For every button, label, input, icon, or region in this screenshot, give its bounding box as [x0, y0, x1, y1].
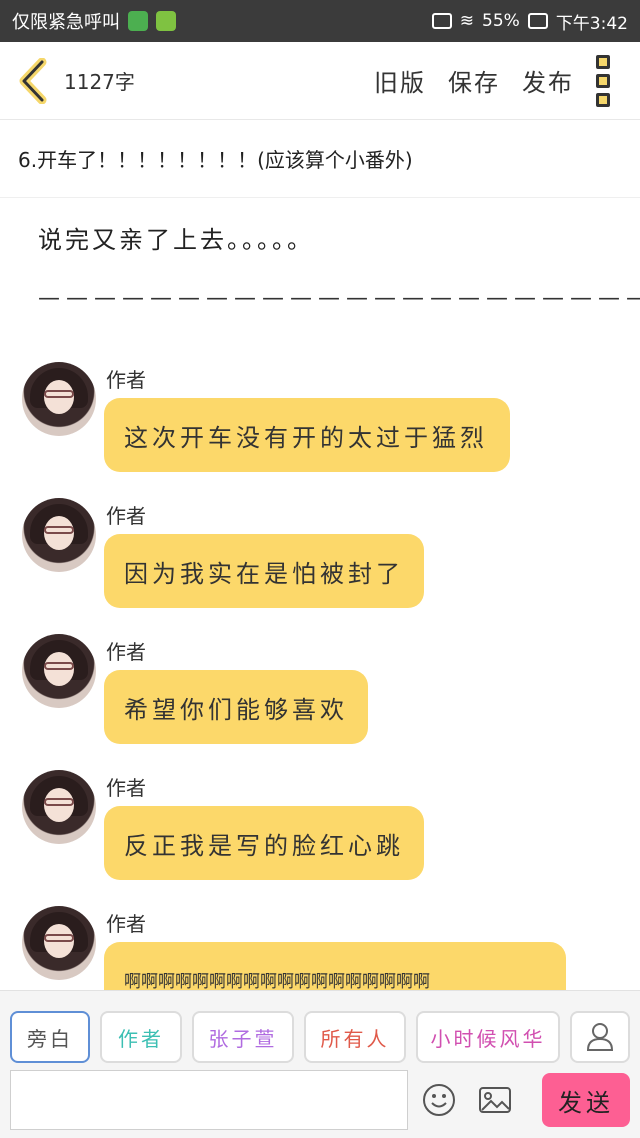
role-chip-label: 作者 — [118, 1026, 164, 1051]
narration-text: 说完又亲了上去。。。。。 — [38, 226, 314, 254]
user-icon — [586, 1023, 614, 1051]
message-role: 作者 — [106, 504, 146, 528]
app-notification-icon — [156, 11, 176, 31]
menu-dot-icon — [596, 92, 610, 107]
role-selector: 旁白 作者 张子萱 所有人 小时候风华 — [10, 1011, 630, 1063]
role-chip-label: 旁白 — [27, 1026, 73, 1051]
battery-percent: 55% — [482, 11, 520, 31]
message-role: 作者 — [106, 912, 146, 936]
avatar — [22, 906, 96, 980]
avatar — [22, 498, 96, 572]
compose-panel: 旁白 作者 张子萱 所有人 小时候风华 发送 — [0, 990, 640, 1138]
menu-dot-icon — [596, 73, 610, 88]
smiley-icon — [423, 1084, 455, 1116]
wifi-icon: ≋ — [459, 11, 475, 31]
vibrate-icon — [431, 13, 452, 29]
chapter-title[interactable]: 6.开车了！！！！！！！！(应该算个小番外) — [0, 120, 640, 198]
role-chip-character[interactable]: 张子萱 — [192, 1011, 294, 1063]
message-bubble: 因为我实在是怕被封了 — [104, 534, 424, 608]
chevron-left-icon — [19, 57, 47, 104]
avatar — [22, 634, 96, 708]
image-icon — [479, 1087, 511, 1113]
send-button[interactable]: 发送 — [542, 1073, 630, 1127]
chat-message[interactable]: 作者 啊啊啊啊啊啊啊啊啊啊啊啊啊啊啊啊啊啊 — [22, 906, 622, 990]
message-bubble: 反正我是写的脸红心跳 — [104, 806, 424, 880]
avatar — [22, 770, 96, 844]
app-notification-icon — [128, 11, 148, 31]
save-button[interactable]: 保存 — [448, 63, 500, 98]
battery-icon — [527, 13, 548, 29]
message-role: 作者 — [106, 368, 146, 392]
message-bubble: 啊啊啊啊啊啊啊啊啊啊啊啊啊啊啊啊啊啊 — [104, 942, 566, 990]
role-chip-everyone[interactable]: 所有人 — [304, 1011, 406, 1063]
publish-button[interactable]: 发布 — [522, 63, 574, 98]
role-chip-label: 张子萱 — [208, 1026, 278, 1051]
message-bubble: 这次开车没有开的太过于猛烈 — [104, 398, 510, 472]
message-role: 作者 — [106, 640, 146, 664]
back-button[interactable] — [18, 56, 54, 106]
emoji-button[interactable] — [418, 1079, 460, 1121]
chat-message[interactable]: 作者 这次开车没有开的太过于猛烈 — [22, 362, 622, 482]
menu-dot-icon — [596, 54, 610, 69]
role-chip-label: 所有人 — [320, 1026, 390, 1051]
editor-header: 1127字 旧版 保存 发布 — [0, 42, 640, 120]
divider-line: —————————————————————— — [38, 286, 640, 311]
message-input[interactable] — [10, 1070, 408, 1130]
chat-message[interactable]: 作者 希望你们能够喜欢 — [22, 634, 622, 754]
status-text: 仅限紧急呼叫 — [12, 12, 120, 33]
status-bar: 仅限紧急呼叫 ≋ 55% 下午3:42 — [0, 0, 640, 42]
role-chip-narrator[interactable]: 旁白 — [10, 1011, 90, 1063]
image-button[interactable] — [474, 1079, 516, 1121]
clock: 下午3:42 — [555, 13, 628, 34]
chapter-content[interactable]: 说完又亲了上去。。。。。 —————————————————————— 作者 这… — [0, 198, 640, 990]
old-version-button[interactable]: 旧版 — [374, 63, 426, 98]
message-bubble: 希望你们能够喜欢 — [104, 670, 368, 744]
message-role: 作者 — [106, 776, 146, 800]
role-chip-character[interactable]: 小时候风华 — [416, 1011, 560, 1063]
avatar — [22, 362, 96, 436]
chat-message[interactable]: 作者 反正我是写的脸红心跳 — [22, 770, 622, 890]
word-count: 1127字 — [64, 70, 135, 94]
add-role-button[interactable] — [570, 1011, 630, 1063]
role-chip-author[interactable]: 作者 — [100, 1011, 182, 1063]
input-row: 发送 — [10, 1069, 630, 1131]
more-menu-button[interactable] — [596, 54, 622, 107]
chat-message[interactable]: 作者 因为我实在是怕被封了 — [22, 498, 622, 618]
role-chip-label: 小时候风华 — [430, 1026, 546, 1051]
